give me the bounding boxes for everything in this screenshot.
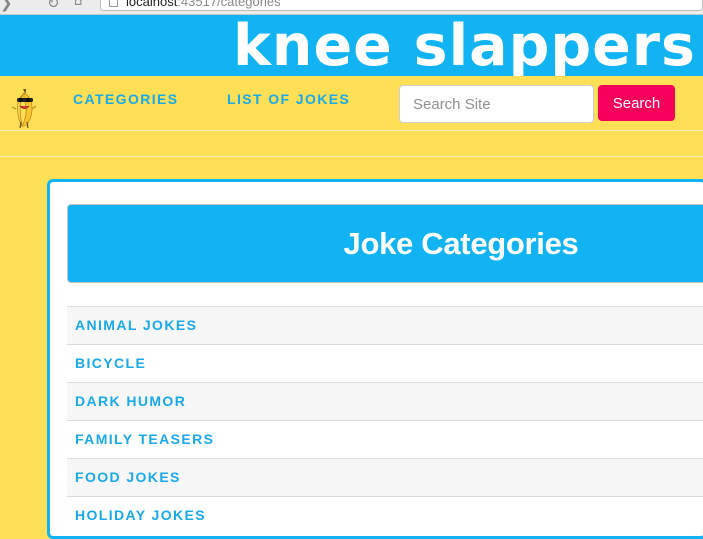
- navbar: CATEGORIES LIST OF JOKES Search: [0, 76, 703, 131]
- category-link[interactable]: FOOD JOKES: [75, 469, 181, 485]
- url-path: :43517/categories: [177, 0, 281, 9]
- category-row-bicycle[interactable]: BICYCLE: [67, 344, 703, 382]
- category-link[interactable]: HOLIDAY JOKES: [75, 507, 206, 523]
- reload-icon[interactable]: ↻: [47, 0, 60, 12]
- forward-arrow-icon[interactable]: ❯: [0, 0, 13, 12]
- category-list: ANIMAL JOKES BICYCLE DARK HUMOR FAMILY T…: [67, 306, 703, 534]
- nav-link-categories[interactable]: CATEGORIES: [73, 91, 179, 107]
- category-link[interactable]: ANIMAL JOKES: [75, 317, 197, 333]
- category-link[interactable]: DARK HUMOR: [75, 393, 186, 409]
- category-row-animal-jokes[interactable]: ANIMAL JOKES: [67, 306, 703, 344]
- site-title: knee slappers: [233, 15, 696, 76]
- category-row-family-teasers[interactable]: FAMILY TEASERS: [67, 420, 703, 458]
- banana-mascot-icon[interactable]: [10, 86, 40, 135]
- page-heading-box: Joke Categories: [67, 204, 703, 283]
- category-row-holiday-jokes[interactable]: HOLIDAY JOKES: [67, 496, 703, 534]
- browser-toolbar: ❯ ↻ ⌂ localhost:43517/categories: [0, 0, 703, 15]
- url-host: localhost: [126, 0, 178, 9]
- category-row-dark-humor[interactable]: DARK HUMOR: [67, 382, 703, 420]
- page-icon: [109, 0, 118, 7]
- category-link[interactable]: FAMILY TEASERS: [75, 431, 214, 447]
- site-banner: knee slappers: [0, 15, 703, 76]
- divider: [0, 156, 703, 157]
- address-bar[interactable]: localhost:43517/categories: [100, 0, 703, 11]
- category-link[interactable]: BICYCLE: [75, 355, 146, 371]
- page-title: Joke Categories: [343, 226, 579, 261]
- category-row-food-jokes[interactable]: FOOD JOKES: [67, 458, 703, 496]
- search-input[interactable]: [399, 85, 594, 123]
- nav-link-list-of-jokes[interactable]: LIST OF JOKES: [227, 91, 350, 107]
- home-icon[interactable]: ⌂: [74, 0, 82, 9]
- search-button[interactable]: Search: [598, 85, 675, 121]
